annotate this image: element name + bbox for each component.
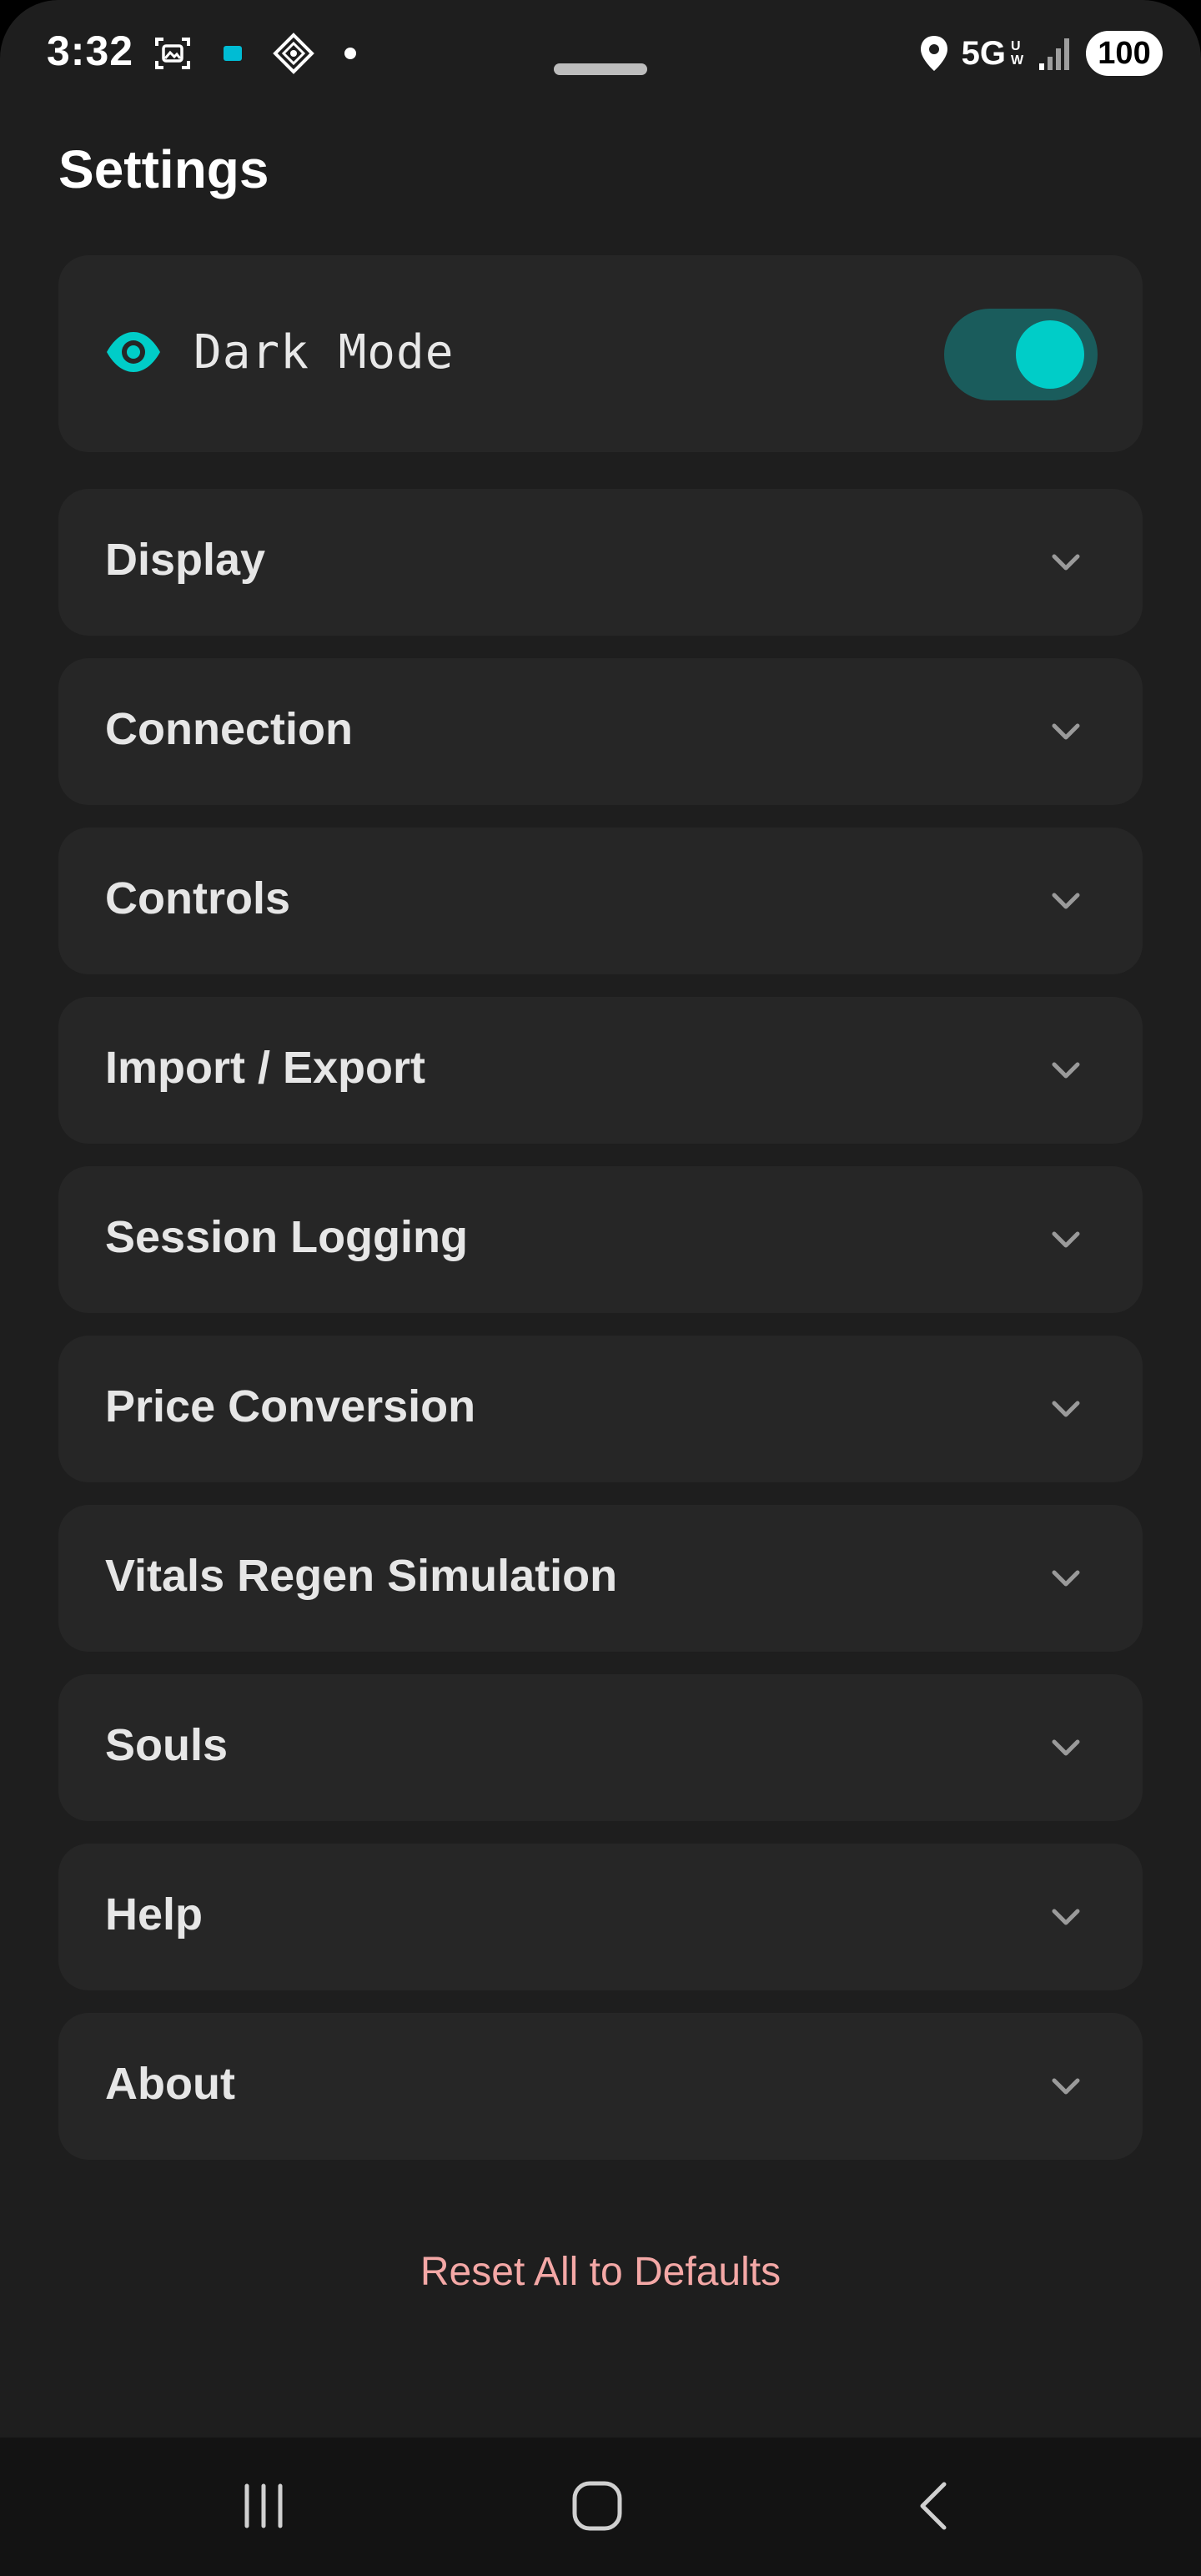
chevron-down-icon (1052, 554, 1080, 571)
chevron-down-icon (1052, 2078, 1080, 2095)
section-label: Help (105, 1889, 204, 1940)
section-controls[interactable]: Controls (58, 828, 1143, 974)
section-label: Controls (105, 873, 290, 923)
back-icon[interactable] (909, 2479, 962, 2533)
chevron-down-icon (1052, 1739, 1080, 1756)
home-icon[interactable] (570, 2479, 624, 2533)
app-notification-icon (224, 46, 242, 61)
page-title: Settings (58, 139, 269, 199)
section-label: Import / Export (105, 1043, 426, 1093)
phone-screen: 3:32 5G UW 100 Settings Dark Mode Displa… (0, 0, 1201, 2576)
navigation-bar (0, 2438, 1201, 2576)
section-label: Display (105, 535, 266, 585)
dot-icon (344, 48, 356, 59)
dark-mode-card: Dark Mode (58, 255, 1143, 452)
section-label: Session Logging (105, 1212, 469, 1262)
drag-handle[interactable] (554, 63, 647, 75)
section-label: Vitals Regen Simulation (105, 1551, 618, 1601)
network-sub: UW (1011, 39, 1024, 68)
section-souls[interactable]: Souls (58, 1674, 1143, 1821)
section-import-export[interactable]: Import / Export (58, 997, 1143, 1144)
chevron-down-icon (1052, 1909, 1080, 1925)
status-time: 3:32 (47, 28, 134, 74)
diamond-app-icon (273, 33, 314, 74)
section-session-logging[interactable]: Session Logging (58, 1166, 1143, 1313)
chevron-down-icon (1052, 723, 1080, 740)
chevron-down-icon (1052, 1231, 1080, 1248)
section-label: Souls (105, 1720, 229, 1770)
signal-icon (1039, 38, 1069, 70)
status-bar: 3:32 5G UW 100 (0, 0, 1201, 108)
section-vitals-regen-simulation[interactable]: Vitals Regen Simulation (58, 1505, 1143, 1652)
eye-icon (107, 332, 160, 372)
chevron-down-icon (1052, 1062, 1080, 1079)
reset-all-button[interactable]: Reset All to Defaults (0, 2249, 1201, 2295)
section-connection[interactable]: Connection (58, 658, 1143, 805)
section-help[interactable]: Help (58, 1844, 1143, 1990)
network-type: 5G (961, 34, 1006, 72)
section-label: About (105, 2059, 235, 2109)
section-price-conversion[interactable]: Price Conversion (58, 1336, 1143, 1482)
section-label: Connection (105, 704, 353, 754)
section-display[interactable]: Display (58, 489, 1143, 636)
section-label: Price Conversion (105, 1381, 476, 1431)
recents-icon[interactable] (237, 2479, 290, 2533)
toggle-knob (1016, 320, 1084, 389)
section-about[interactable]: About (58, 2013, 1143, 2160)
notification-icons (152, 28, 357, 78)
screenshot-icon (155, 38, 190, 69)
chevron-down-icon (1052, 893, 1080, 909)
dark-mode-label: Dark Mode (193, 325, 455, 380)
location-icon (920, 36, 947, 71)
battery-indicator: 100 (1086, 31, 1163, 76)
status-right: 5G UW 100 (918, 28, 1163, 78)
dark-mode-toggle[interactable] (944, 309, 1098, 400)
chevron-down-icon (1052, 1401, 1080, 1417)
chevron-down-icon (1052, 1570, 1080, 1587)
